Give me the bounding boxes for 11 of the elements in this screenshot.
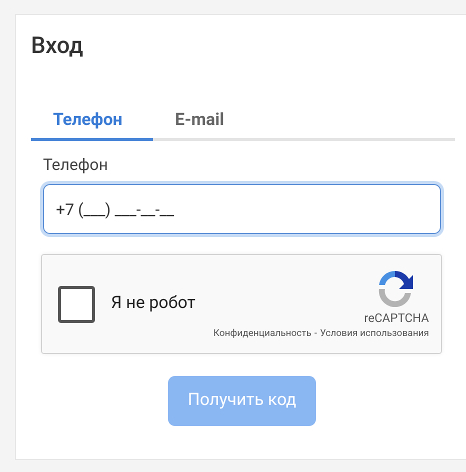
terms-link[interactable]: Условия использования: [320, 328, 429, 340]
link-separator: -: [314, 328, 318, 340]
tab[interactable]: E-mail: [153, 103, 246, 141]
captcha-label: Я не робот: [111, 292, 196, 316]
privacy-link[interactable]: Конфиденциальность: [213, 328, 312, 340]
captcha-brand: reCAPTCHA: [364, 311, 429, 325]
tab[interactable]: Телефон: [31, 103, 153, 141]
field-label: Телефон: [43, 154, 109, 176]
captcha-checkbox[interactable]: [58, 286, 95, 322]
phone-input-field[interactable]: +7 (___) ___-__-__: [43, 184, 441, 234]
page-title: Вход: [31, 31, 84, 61]
